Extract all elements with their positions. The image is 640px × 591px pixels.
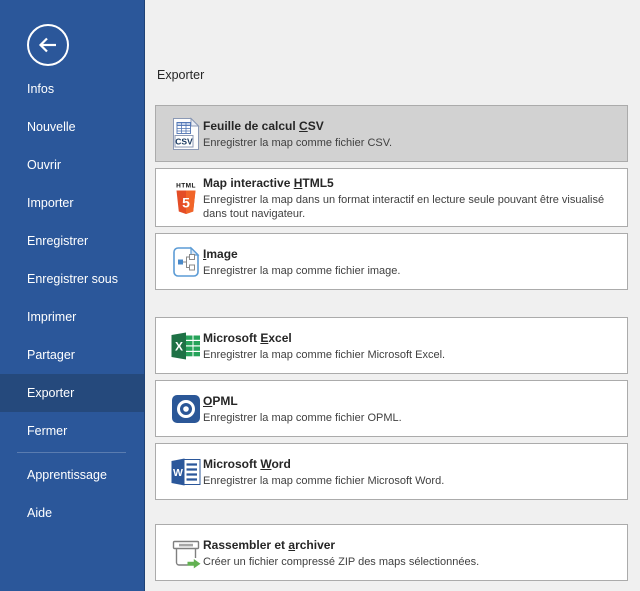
html5-icon: HTML 5	[169, 180, 203, 216]
option-text-block: Image Enregistrer la map comme fichier i…	[203, 246, 625, 278]
archive-icon	[169, 537, 203, 569]
sidebar-item-aide[interactable]: Aide	[0, 494, 144, 532]
sidebar-item-ouvrir[interactable]: Ouvrir	[0, 146, 144, 184]
option-description: Créer un fichier compressé ZIP des maps …	[203, 555, 625, 569]
option-text-block: Map interactive HTML5 Enregistrer la map…	[203, 175, 625, 221]
option-title: Image	[203, 246, 625, 262]
sidebar-item-infos[interactable]: Infos	[0, 70, 144, 108]
sidebar-item-importer[interactable]: Importer	[0, 184, 144, 222]
option-description: Enregistrer la map comme fichier OPML.	[203, 411, 625, 425]
back-button[interactable]	[26, 23, 70, 67]
export-option-excel[interactable]: X Microsoft Excel Enregistrer la map com…	[155, 317, 628, 374]
excel-icon: X	[169, 331, 203, 361]
sidebar-item-enregistrer[interactable]: Enregistrer	[0, 222, 144, 260]
svg-text:W: W	[173, 467, 183, 479]
option-description: Enregistrer la map dans un format intera…	[203, 193, 625, 221]
option-text-block: Feuille de calcul CSV Enregistrer la map…	[203, 118, 625, 150]
sidebar-item-exporter[interactable]: Exporter	[0, 374, 144, 412]
sidebar-item-enregistrer-sous[interactable]: Enregistrer sous	[0, 260, 144, 298]
export-option-csv[interactable]: CSV Feuille de calcul CSV Enregistrer la…	[155, 105, 628, 162]
export-option-html5[interactable]: HTML 5 Map interactive HTML5 Enregistrer…	[155, 168, 628, 227]
option-text-block: OPML Enregistrer la map comme fichier OP…	[203, 393, 625, 425]
option-description: Enregistrer la map comme fichier Microso…	[203, 348, 625, 362]
svg-text:CSV: CSV	[175, 136, 193, 146]
page-title: Exporter	[157, 68, 204, 82]
word-icon: W	[169, 457, 203, 487]
option-title: Microsoft Word	[203, 456, 625, 472]
sidebar-item-nouvelle[interactable]: Nouvelle	[0, 108, 144, 146]
sidebar-item-fermer[interactable]: Fermer	[0, 412, 144, 450]
option-text-block: Microsoft Excel Enregistrer la map comme…	[203, 330, 625, 362]
option-description: Enregistrer la map comme fichier CSV.	[203, 136, 625, 150]
sidebar-item-apprentissage[interactable]: Apprentissage	[0, 456, 144, 494]
option-title: OPML	[203, 393, 625, 409]
option-title: Rassembler et archiver	[203, 537, 625, 553]
export-option-word[interactable]: W Microsoft Word Enregistrer la map comm…	[155, 443, 628, 500]
export-option-opml[interactable]: OPML Enregistrer la map comme fichier OP…	[155, 380, 628, 437]
option-title: Feuille de calcul CSV	[203, 118, 625, 134]
csv-file-icon: CSV	[169, 117, 203, 151]
sidebar-separator	[17, 452, 126, 453]
back-arrow-icon	[26, 23, 70, 67]
svg-text:X: X	[175, 339, 183, 353]
option-description: Enregistrer la map comme fichier Microso…	[203, 474, 625, 488]
svg-text:HTML: HTML	[176, 182, 196, 189]
option-title: Map interactive HTML5	[203, 175, 625, 191]
svg-text:5: 5	[182, 194, 190, 210]
sidebar-item-imprimer[interactable]: Imprimer	[0, 298, 144, 336]
option-text-block: Microsoft Word Enregistrer la map comme …	[203, 456, 625, 488]
sidebar-item-partager[interactable]: Partager	[0, 336, 144, 374]
option-text-block: Rassembler et archiver Créer un fichier …	[203, 537, 625, 569]
option-description: Enregistrer la map comme fichier image.	[203, 264, 625, 278]
backstage-sidebar: Infos Nouvelle Ouvrir Importer Enregistr…	[0, 0, 145, 591]
export-options-list: CSV Feuille de calcul CSV Enregistrer la…	[155, 105, 628, 581]
export-option-archive[interactable]: Rassembler et archiver Créer un fichier …	[155, 524, 628, 581]
export-option-image[interactable]: Image Enregistrer la map comme fichier i…	[155, 233, 628, 290]
image-map-icon	[169, 245, 203, 279]
sidebar-nav: Infos Nouvelle Ouvrir Importer Enregistr…	[0, 70, 144, 532]
option-title: Microsoft Excel	[203, 330, 625, 346]
opml-icon	[169, 394, 203, 424]
